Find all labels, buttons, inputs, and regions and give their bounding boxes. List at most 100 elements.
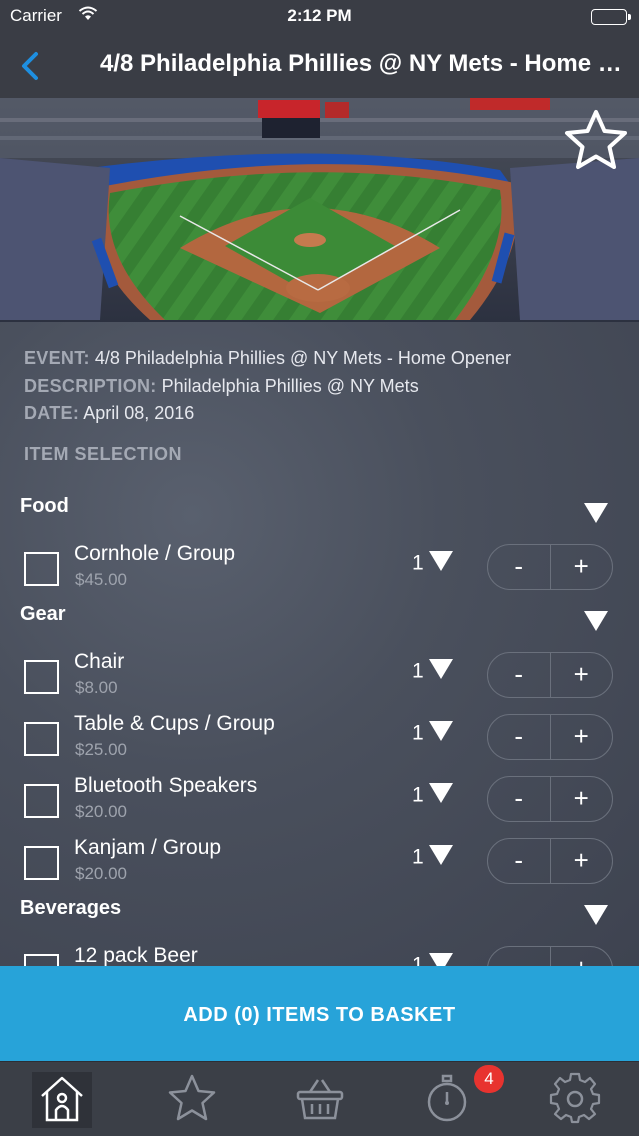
- item-selection-heading: ITEM SELECTION: [24, 444, 183, 464]
- increment-button[interactable]: +: [551, 947, 613, 966]
- triangle-down-icon: [584, 503, 608, 523]
- stadium-image: [0, 98, 639, 322]
- list-item: 12 pack Beer 1 - +: [0, 944, 639, 966]
- gear-icon: [549, 1072, 601, 1124]
- category-beverages: Beverages: [20, 897, 122, 919]
- tab-settings[interactable]: [545, 1072, 605, 1128]
- battery-icon: [591, 9, 631, 25]
- date-label: DATE:: [24, 403, 80, 423]
- quantity-select[interactable]: 1: [412, 550, 454, 578]
- category-gear: Gear: [20, 603, 66, 625]
- stopwatch-icon: [427, 1074, 467, 1122]
- nav-bar: 4/8 Philadelphia Phillies @ NY Mets - Ho…: [0, 34, 639, 98]
- item-checkbox[interactable]: [24, 846, 59, 880]
- increment-button[interactable]: +: [551, 653, 613, 697]
- item-price: $20.00: [75, 802, 127, 821]
- category-food: Food: [20, 495, 69, 517]
- item-name: Cornhole / Group: [74, 542, 236, 565]
- triangle-down-icon: [428, 782, 454, 810]
- quantity-select[interactable]: 1: [412, 952, 454, 966]
- date-value: April 08, 2016: [83, 403, 195, 423]
- increment-button[interactable]: +: [551, 777, 613, 821]
- triangle-down-icon: [428, 720, 454, 748]
- category-gear-toggle[interactable]: [583, 610, 609, 632]
- event-row: EVENT: 4/8 Philadelphia Phillies @ NY Me…: [24, 348, 511, 369]
- item-checkbox[interactable]: [24, 784, 59, 818]
- description-label: DESCRIPTION:: [24, 376, 157, 396]
- triangle-down-icon: [428, 658, 454, 686]
- item-name: Bluetooth Speakers: [74, 774, 258, 797]
- quantity-value: 1: [412, 845, 424, 869]
- item-price: $25.00: [75, 740, 127, 759]
- quantity-value: 1: [412, 783, 424, 807]
- home-icon: [41, 1076, 83, 1122]
- tab-favorites[interactable]: [162, 1072, 222, 1128]
- decrement-button[interactable]: -: [488, 653, 551, 697]
- triangle-down-icon: [584, 905, 608, 925]
- quantity-value: 1: [412, 659, 424, 683]
- quantity-select[interactable]: 1: [412, 844, 454, 872]
- status-bar: Carrier 2:12 PM: [0, 0, 639, 34]
- item-price: $45.00: [75, 570, 127, 589]
- item-checkbox[interactable]: [24, 722, 59, 756]
- back-button[interactable]: [14, 48, 50, 84]
- event-value: 4/8 Philadelphia Phillies @ NY Mets - Ho…: [94, 348, 511, 368]
- tab-basket[interactable]: [290, 1072, 350, 1128]
- quantity-select[interactable]: 1: [412, 782, 454, 810]
- category-food-toggle[interactable]: [583, 502, 609, 524]
- clock-time: 2:12 PM: [287, 6, 352, 25]
- quantity-value: 1: [412, 551, 424, 575]
- category-beverages-toggle[interactable]: [583, 904, 609, 926]
- basket-icon: [296, 1079, 344, 1120]
- tab-timer[interactable]: [417, 1072, 477, 1128]
- quantity-stepper: - +: [487, 946, 613, 966]
- tab-home[interactable]: [32, 1072, 92, 1128]
- description-value: Philadelphia Phillies @ NY Mets: [161, 376, 419, 396]
- list-item: Table & Cups / Group $25.00 1 - +: [0, 712, 639, 770]
- item-name: 12 pack Beer: [74, 944, 198, 966]
- page-title: 4/8 Philadelphia Phillies @ NY Mets - Ho…: [100, 50, 625, 77]
- triangle-down-icon: [428, 844, 454, 872]
- list-item: Bluetooth Speakers $20.00 1 - +: [0, 774, 639, 832]
- item-checkbox[interactable]: [24, 660, 59, 694]
- decrement-button[interactable]: -: [488, 947, 551, 966]
- list-item: Cornhole / Group $45.00 1 - +: [0, 542, 639, 600]
- list-item: Kanjam / Group $20.00 1 - +: [0, 836, 639, 894]
- increment-button[interactable]: +: [551, 715, 613, 759]
- increment-button[interactable]: +: [551, 839, 613, 883]
- decrement-button[interactable]: -: [488, 545, 551, 589]
- star-icon: [168, 1074, 216, 1121]
- list-item: Chair $8.00 1 - +: [0, 650, 639, 708]
- quantity-value: 1: [412, 721, 424, 745]
- quantity-stepper: - +: [487, 776, 613, 822]
- decrement-button[interactable]: -: [488, 839, 551, 883]
- quantity-stepper: - +: [487, 544, 613, 590]
- decrement-button[interactable]: -: [488, 777, 551, 821]
- decrement-button[interactable]: -: [488, 715, 551, 759]
- event-hero-image: [0, 98, 639, 322]
- item-price: $8.00: [75, 678, 118, 697]
- favorite-button[interactable]: [561, 106, 631, 176]
- increment-button[interactable]: +: [551, 545, 613, 589]
- star-outline-icon: [565, 110, 627, 169]
- chevron-left-icon: [22, 52, 38, 80]
- quantity-select[interactable]: 1: [412, 658, 454, 686]
- quantity-stepper: - +: [487, 652, 613, 698]
- triangle-down-icon: [428, 952, 454, 966]
- event-label: EVENT:: [24, 348, 90, 368]
- item-name: Chair: [74, 650, 125, 673]
- quantity-value: 1: [412, 953, 424, 966]
- quantity-select[interactable]: 1: [412, 720, 454, 748]
- date-row: DATE: April 08, 2016: [24, 403, 194, 424]
- event-detail-content: EVENT: 4/8 Philadelphia Phillies @ NY Me…: [0, 322, 639, 966]
- item-checkbox[interactable]: [24, 954, 59, 966]
- description-row: DESCRIPTION: Philadelphia Phillies @ NY …: [24, 376, 419, 397]
- quantity-stepper: - +: [487, 838, 613, 884]
- quantity-stepper: - +: [487, 714, 613, 760]
- triangle-down-icon: [428, 550, 454, 578]
- item-name: Kanjam / Group: [74, 836, 222, 859]
- timer-badge: 4: [474, 1065, 504, 1093]
- add-to-basket-button[interactable]: ADD (0) ITEMS TO BASKET: [0, 966, 639, 1061]
- item-checkbox[interactable]: [24, 552, 59, 586]
- tab-bar: [0, 1061, 639, 1136]
